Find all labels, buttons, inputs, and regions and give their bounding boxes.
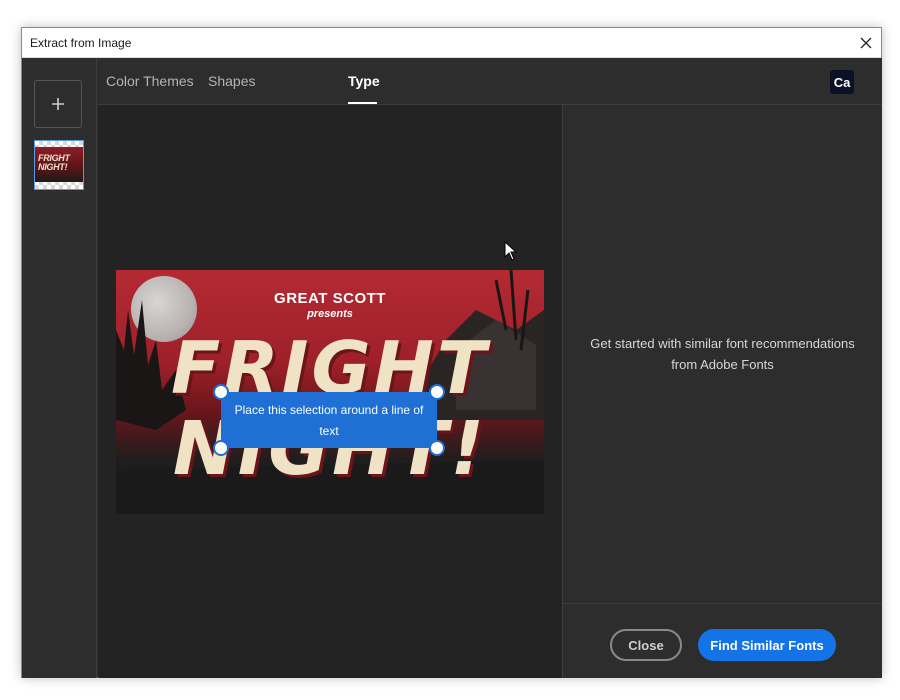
title-bar: Extract from Image bbox=[22, 28, 881, 58]
thumbnail-caption: FRIGHT NIGHT! bbox=[38, 153, 70, 172]
dialog-footer: Close Find Similar Fonts bbox=[563, 603, 882, 678]
font-recommendation-panel: Get started with similar font recommenda… bbox=[562, 105, 882, 678]
close-icon bbox=[860, 37, 872, 49]
mouse-pointer-icon bbox=[504, 241, 518, 261]
close-window-button[interactable] bbox=[851, 28, 881, 58]
find-similar-fonts-button[interactable]: Find Similar Fonts bbox=[698, 629, 836, 661]
plus-icon bbox=[52, 98, 64, 110]
image-thumbnail[interactable]: FRIGHT NIGHT! bbox=[34, 140, 84, 190]
thumbnail-artwork: FRIGHT NIGHT! bbox=[35, 147, 83, 182]
tab-bar: Color Themes Shapes Type Ca bbox=[98, 58, 882, 105]
image-canvas: GREAT SCOTT presents FRIGHT NIGHT! Place… bbox=[98, 105, 562, 678]
tab-type[interactable]: Type bbox=[348, 73, 380, 89]
selection-handle-top-right[interactable] bbox=[429, 384, 445, 400]
selection-handle-top-left[interactable] bbox=[213, 384, 229, 400]
selection-handle-bottom-right[interactable] bbox=[429, 440, 445, 456]
add-image-button[interactable] bbox=[34, 80, 82, 128]
tab-color-themes[interactable]: Color Themes bbox=[106, 73, 194, 89]
image-rail: FRIGHT NIGHT! bbox=[22, 58, 97, 678]
get-started-message: Get started with similar font recommenda… bbox=[590, 336, 855, 372]
poster-line-presents: presents bbox=[307, 308, 353, 320]
close-button[interactable]: Close bbox=[610, 629, 682, 661]
tab-shapes[interactable]: Shapes bbox=[208, 73, 255, 89]
active-tab-indicator bbox=[348, 102, 377, 104]
extract-from-image-dialog: Extract from Image FRIGHT NIGHT! Color T… bbox=[21, 27, 882, 678]
selection-instruction: Place this selection around a line of te… bbox=[234, 403, 424, 438]
poster-line-great-scott: GREAT SCOTT bbox=[274, 290, 386, 307]
selection-handle-bottom-left[interactable] bbox=[213, 440, 229, 456]
capture-app-badge: Ca bbox=[830, 70, 854, 94]
text-selection-box[interactable]: Place this selection around a line of te… bbox=[221, 392, 437, 448]
dialog-title: Extract from Image bbox=[30, 36, 132, 50]
